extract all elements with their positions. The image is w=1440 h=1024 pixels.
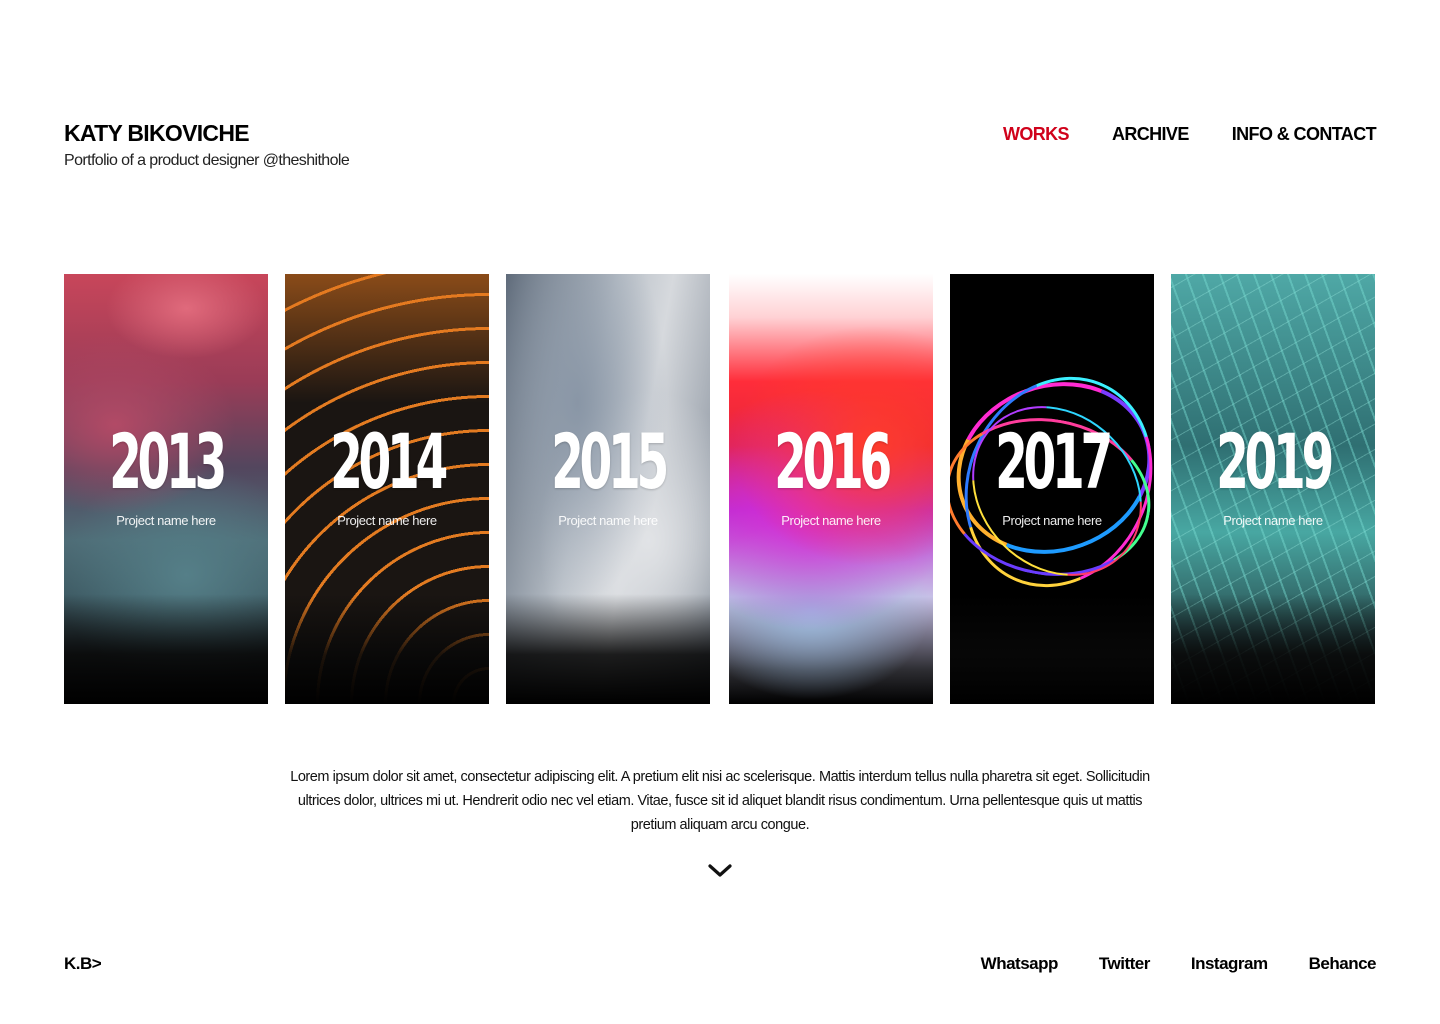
social-link-instagram[interactable]: Instagram: [1191, 954, 1268, 974]
works-gallery: 2013 Project name here 2014 Project name…: [64, 274, 1375, 704]
work-project-name: Project name here: [781, 513, 881, 528]
chevron-down-icon[interactable]: [707, 860, 733, 880]
work-year: 2015: [551, 417, 669, 506]
card-shade: [285, 594, 489, 704]
social-links: Whatsapp Twitter Instagram Behance: [981, 954, 1377, 974]
social-link-twitter[interactable]: Twitter: [1099, 954, 1150, 974]
work-project-name: Project name here: [337, 513, 437, 528]
work-card-2017[interactable]: 2017 Project name here: [950, 274, 1154, 704]
work-project-name: Project name here: [116, 513, 216, 528]
footer-logo[interactable]: K.B>: [64, 954, 102, 974]
work-year: 2014: [330, 417, 448, 506]
nav-archive[interactable]: ARCHIVE: [1112, 122, 1189, 146]
site-title[interactable]: KATY BIKOVICHE: [64, 119, 349, 147]
work-year: 2013: [109, 417, 227, 506]
nav-works[interactable]: WORKS: [1003, 122, 1070, 146]
main-nav: WORKS ARCHIVE INFO & CONTACT: [1003, 122, 1377, 146]
card-shade: [950, 594, 1154, 704]
card-shade: [64, 594, 268, 704]
work-card-2014[interactable]: 2014 Project name here: [285, 274, 489, 704]
social-link-whatsapp[interactable]: Whatsapp: [981, 954, 1059, 974]
work-card-2015[interactable]: 2015 Project name here: [506, 274, 710, 704]
social-link-behance[interactable]: Behance: [1309, 954, 1377, 974]
card-shade: [506, 594, 710, 704]
work-year: 2019: [1216, 417, 1334, 506]
work-year: 2016: [774, 417, 892, 506]
work-year: 2017: [995, 417, 1113, 506]
card-shade: [1171, 594, 1375, 704]
intro-description: Lorem ipsum dolor sit amet, consectetur …: [290, 768, 1150, 833]
work-project-name: Project name here: [1223, 513, 1323, 528]
work-project-name: Project name here: [1002, 513, 1102, 528]
nav-info-contact[interactable]: INFO & CONTACT: [1232, 122, 1377, 146]
site-tagline: Portfolio of a product designer @theshit…: [64, 152, 350, 169]
work-card-2016[interactable]: 2016 Project name here: [729, 274, 933, 704]
work-card-2019[interactable]: 2019 Project name here: [1171, 274, 1375, 704]
work-project-name: Project name here: [558, 513, 658, 528]
brand: KATY BIKOVICHE Portfolio of a product de…: [64, 119, 350, 171]
work-card-2013[interactable]: 2013 Project name here: [64, 274, 268, 704]
